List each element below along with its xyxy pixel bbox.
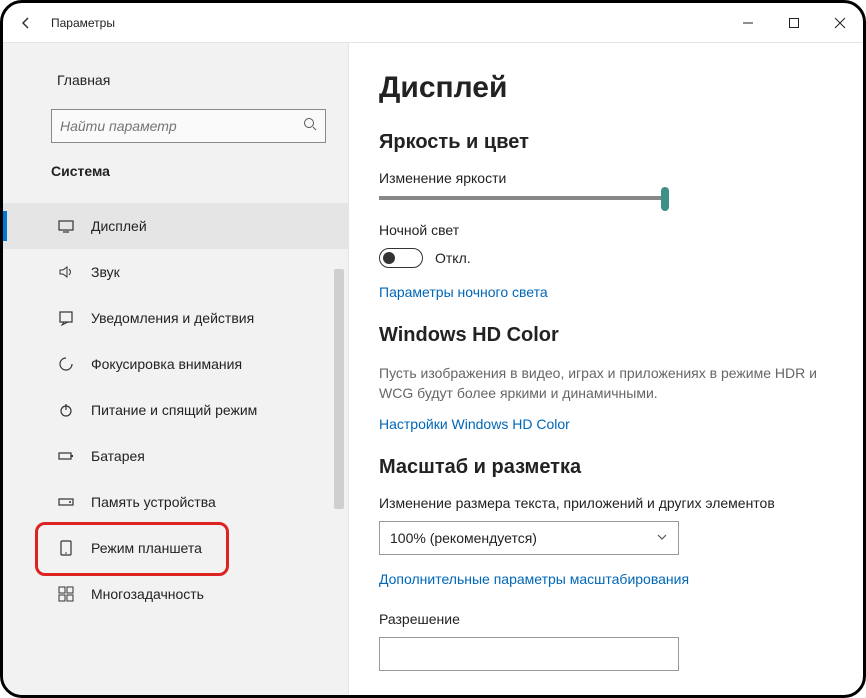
hdcolor-description: Пусть изображения в видео, играх и прило… (379, 363, 833, 404)
sidebar-item-storage[interactable]: Память устройства (3, 479, 348, 525)
minimize-icon (742, 17, 754, 29)
nightlight-state: Откл. (435, 250, 471, 266)
notifications-icon (57, 310, 75, 326)
window-title: Параметры (51, 16, 115, 30)
section-system-label: Система (3, 163, 348, 179)
brightness-slider[interactable] (379, 196, 669, 200)
home-link[interactable]: Главная (3, 65, 348, 95)
focus-icon (57, 356, 75, 372)
sidebar-item-multitasking[interactable]: Многозадачность (3, 571, 348, 617)
nav-list: Дисплей Звук Уведомления и действия Фоку… (3, 203, 348, 617)
sidebar-item-label: Память устройства (91, 494, 216, 510)
sound-icon (57, 264, 75, 280)
nightlight-label: Ночной свет (379, 222, 833, 238)
toggle-knob (383, 252, 395, 264)
hdcolor-settings-link[interactable]: Настройки Windows HD Color (379, 416, 833, 432)
sidebar-item-label: Питание и спящий режим (91, 402, 257, 418)
sidebar-item-label: Фокусировка внимания (91, 356, 242, 372)
close-icon (834, 17, 846, 29)
slider-thumb[interactable] (661, 187, 669, 211)
nightlight-settings-link[interactable]: Параметры ночного света (379, 284, 833, 300)
multitasking-icon (57, 586, 75, 602)
sidebar-item-battery[interactable]: Батарея (3, 433, 348, 479)
storage-icon (57, 494, 75, 510)
sidebar-item-sound[interactable]: Звук (3, 249, 348, 295)
search-input[interactable] (51, 109, 326, 143)
arrow-left-icon (21, 17, 33, 29)
chevron-down-icon (656, 530, 668, 546)
resolution-label: Разрешение (379, 611, 833, 627)
brightness-label: Изменение яркости (379, 170, 833, 186)
scale-advanced-link[interactable]: Дополнительные параметры масштабирования (379, 571, 833, 587)
page-title: Дисплей (379, 71, 833, 105)
sidebar-item-label: Режим планшета (91, 540, 202, 556)
sidebar-item-label: Батарея (91, 448, 145, 464)
power-icon (57, 402, 75, 418)
sidebar: Главная Система Дисплей Звук (3, 43, 349, 695)
sidebar-item-label: Дисплей (91, 218, 147, 234)
sidebar-item-label: Уведомления и действия (91, 310, 254, 326)
home-label: Главная (57, 72, 110, 88)
resolution-select[interactable] (379, 637, 679, 671)
content-pane: Дисплей Яркость и цвет Изменение яркости… (349, 43, 863, 695)
sidebar-item-notifications[interactable]: Уведомления и действия (3, 295, 348, 341)
sidebar-item-tablet[interactable]: Режим планшета (3, 525, 348, 571)
search-field[interactable] (60, 118, 303, 134)
sidebar-scrollbar[interactable] (334, 269, 344, 509)
settings-window: Параметры Главная (0, 0, 866, 698)
nightlight-toggle[interactable] (379, 248, 423, 268)
sidebar-item-focus[interactable]: Фокусировка внимания (3, 341, 348, 387)
scale-value: 100% (рекомендуется) (390, 530, 537, 546)
back-button[interactable] (3, 3, 51, 43)
battery-icon (57, 448, 75, 464)
maximize-button[interactable] (771, 3, 817, 43)
sidebar-item-label: Многозадачность (91, 586, 204, 602)
brightness-section-heading: Яркость и цвет (379, 131, 833, 154)
hdcolor-heading: Windows HD Color (379, 324, 833, 347)
close-button[interactable] (817, 3, 863, 43)
titlebar: Параметры (3, 3, 863, 43)
scale-select[interactable]: 100% (рекомендуется) (379, 521, 679, 555)
scale-label: Изменение размера текста, приложений и д… (379, 495, 833, 511)
maximize-icon (788, 17, 800, 29)
scale-heading: Масштаб и разметка (379, 456, 833, 479)
sidebar-item-display[interactable]: Дисплей (3, 203, 348, 249)
search-icon (303, 117, 317, 136)
sidebar-item-label: Звук (91, 264, 120, 280)
sidebar-item-power[interactable]: Питание и спящий режим (3, 387, 348, 433)
display-icon (57, 218, 75, 234)
tablet-icon (57, 540, 75, 556)
minimize-button[interactable] (725, 3, 771, 43)
